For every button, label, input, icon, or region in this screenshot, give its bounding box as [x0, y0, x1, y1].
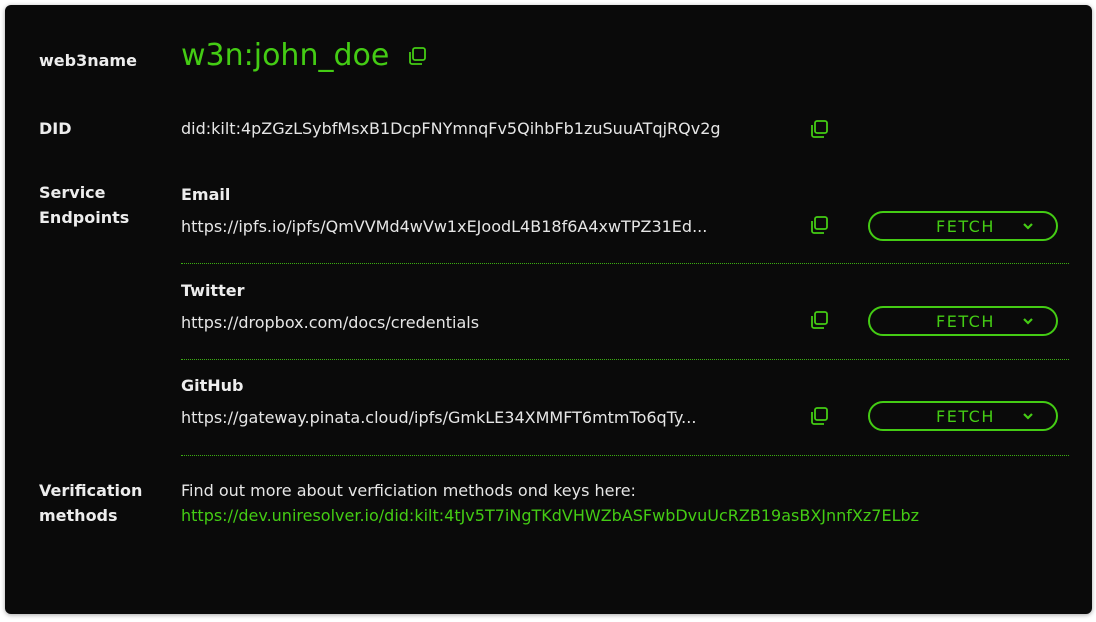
endpoint-url-github: https://gateway.pinata.cloud/ipfs/GmkLE3… — [181, 408, 697, 427]
endpoint-divider — [181, 359, 1069, 360]
copy-icon[interactable] — [808, 118, 830, 140]
copy-icon[interactable] — [808, 405, 830, 427]
endpoint-name-email: Email — [181, 185, 231, 204]
endpoint-divider — [181, 263, 1069, 264]
service-endpoints-label: Service Endpoints — [39, 183, 130, 227]
fetch-button-label: FETCH — [936, 312, 995, 331]
did-details-card: web3name w3n:john_doe DID did:kilt:4pZGz… — [5, 5, 1092, 614]
fetch-button-twitter[interactable]: FETCH — [868, 306, 1058, 336]
fetch-button-github[interactable]: FETCH — [868, 401, 1058, 431]
endpoint-divider — [181, 455, 1069, 456]
copy-icon[interactable] — [808, 309, 830, 331]
endpoint-name-twitter: Twitter — [181, 281, 245, 300]
chevron-down-icon — [1023, 223, 1033, 230]
endpoint-url-twitter: https://dropbox.com/docs/credentials — [181, 313, 480, 332]
did-value: did:kilt:4pZGzLSybfMsxB1DcpFNYmnqFv5Qihb… — [181, 119, 721, 138]
fetch-button-email[interactable]: FETCH — [868, 211, 1058, 241]
verification-methods-label: Verification methods — [39, 481, 143, 525]
endpoint-url-email: https://ipfs.io/ipfs/QmVVMd4wVw1xEJoodL4… — [181, 217, 708, 236]
fetch-button-label: FETCH — [936, 407, 995, 426]
verification-description: Find out more about verficiation methods… — [181, 481, 636, 500]
did-label: DID — [39, 119, 72, 138]
copy-icon[interactable] — [808, 214, 830, 236]
endpoint-name-github: GitHub — [181, 376, 244, 395]
web3name-value: w3n:john_doe — [181, 38, 390, 73]
chevron-down-icon — [1023, 413, 1033, 420]
copy-icon[interactable] — [406, 45, 428, 67]
uniresolver-link[interactable]: https://dev.uniresolver.io/did:kilt:4tJv… — [181, 506, 919, 525]
fetch-button-label: FETCH — [936, 217, 995, 236]
web3name-label: web3name — [39, 51, 137, 70]
chevron-down-icon — [1023, 318, 1033, 325]
